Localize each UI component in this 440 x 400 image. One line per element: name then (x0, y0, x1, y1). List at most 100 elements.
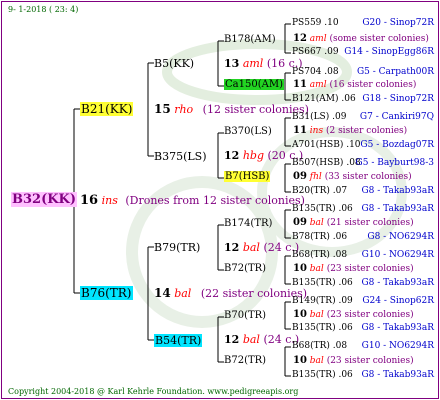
gen4-year: .06 (338, 370, 353, 380)
gen2-colony: B5(KK) (154, 57, 195, 70)
gen3-drones: 10 bal (23 sister colonies) (293, 355, 414, 366)
count: 12 (224, 241, 240, 254)
root-name: ins (101, 194, 118, 207)
gen4-sire: G5 - Bozdag07R (360, 140, 434, 150)
gen4-sire: G7 - Cankiri97Q (359, 112, 434, 122)
gen4-sire: G10 - NO6294R (361, 341, 434, 351)
gen4-sire: G8 - Takab93aR (361, 186, 434, 196)
gen4-row: PS704 .08 G5 - Carpath00R (292, 67, 434, 77)
gen4-id: B149(TR) (292, 296, 336, 306)
gen3-colony: Ca150(AM) (224, 79, 284, 90)
gen4-year: .08 (332, 250, 348, 260)
gen4-id: B20(TR) (292, 186, 330, 196)
subspecies: aml (242, 57, 264, 70)
gen4-id: B68(TR) (292, 341, 330, 351)
gen4-row: B68(TR) .08 G10 - NO6294R (292, 250, 434, 260)
gen4-sire: G8 - Takab93aR (361, 278, 434, 288)
gen3-drones: 11 ins (2 sister colonies) (293, 125, 407, 136)
gen3-drones: 09 bal (21 sister colonies) (293, 217, 414, 228)
subspecies: aml (309, 34, 327, 44)
gen4-year: .10 (346, 140, 361, 150)
count: 12 (293, 33, 307, 44)
gen4-id: B78(TR) (292, 232, 330, 242)
gen3-colony: B72(TR) (224, 355, 267, 366)
pedigree-frame: 9- 1-2018 ( 23: 4) Copyright 2004-2018 @… (1, 1, 439, 399)
subspecies: hbg (242, 149, 264, 162)
gen4-id: B135(TR) (292, 278, 336, 288)
note: (23 sister colonies) (326, 264, 414, 274)
subspecies: aml (309, 80, 327, 90)
date-line: 9- 1-2018 ( 23: 4) (8, 5, 79, 14)
gen3-colony: B7(HSB) (224, 171, 271, 182)
gen4-sire: G18 - Sinop72R (362, 94, 434, 104)
gen4-sire: G14 - SinopEgg86R (344, 47, 434, 57)
gen4-id: B507(HSB) (292, 158, 344, 168)
gen4-sire: G8 - Takab93aR (361, 370, 434, 380)
gen4-row: PS667 .09 G14 - SinopEgg86R (292, 47, 434, 57)
gen4-row: B135(TR) .06 G8 - Takab93aR (292, 204, 434, 214)
gen4-row: B68(TR) .08 G10 - NO6294R (292, 341, 434, 351)
gen4-id: B135(TR) (292, 323, 336, 333)
gen1-father-drones: 14 bal (22 sister colonies) (154, 286, 307, 300)
gen4-row: B20(TR) .07 G8 - Takab93aR (292, 186, 434, 196)
gen4-row: B507(HSB) .08 G5 - Bayburt98-3 (292, 158, 434, 168)
gen4-row: B121(AM) .06 G18 - Sinop72R (292, 94, 434, 104)
footer-copyright: Copyright 2004-2018 @ Karl Kehrle Founda… (8, 387, 299, 396)
gen4-id: PS559 (292, 18, 322, 28)
gen4-year: .06 (338, 323, 353, 333)
gen4-year: .06 (338, 278, 353, 288)
count: 09 (293, 171, 307, 182)
count: 12 (224, 333, 240, 346)
gen3-colony: B72(TR) (224, 263, 267, 274)
gen4-sire: G24 - Sinop62R (362, 296, 434, 306)
gen3-colony: B370(LS) (224, 126, 272, 137)
count: 12 (224, 149, 240, 162)
gen4-year: .09 (338, 296, 353, 306)
gen4-row: B135(TR) .06 G8 - Takab93aR (292, 278, 434, 288)
gen4-year: .10 (324, 18, 339, 28)
gen4-id: B135(TR) (292, 204, 336, 214)
subspecies: fhl (309, 172, 322, 182)
subspecies: bal (242, 333, 260, 346)
subspecies: bal (242, 241, 260, 254)
gen4-sire: G10 - NO6294R (361, 250, 434, 260)
subspecies: bal (309, 218, 324, 228)
subspecies: bal (309, 310, 324, 320)
note: (23 sister colonies) (326, 356, 414, 366)
gen4-sire: G5 - Bayburt98-3 (355, 158, 434, 168)
note: (23 sister colonies) (326, 310, 414, 320)
count: 11 (293, 125, 307, 136)
gen4-year: .07 (332, 186, 348, 196)
note: (21 sister colonies) (326, 218, 414, 228)
gen4-row: B78(TR) .06 G8 - NO6294R (292, 232, 434, 242)
gen3-drones: 10 bal (23 sister colonies) (293, 263, 414, 274)
subspecies: bal (174, 287, 192, 300)
gen3-colony: B178(AM) (224, 34, 276, 45)
gen4-year: .06 (341, 94, 356, 104)
gen4-row: B149(TR) .09 G24 - Sinop62R (292, 296, 434, 306)
subspecies: rho (174, 103, 194, 116)
gen4-id: B135(TR) (292, 370, 336, 380)
gen3-colony: B174(TR) (224, 218, 273, 229)
count: 09 (293, 217, 307, 228)
gen4-year: .09 (332, 112, 347, 122)
gen4-year: .08 (324, 67, 339, 77)
gen1-mother: B21(KK) (80, 102, 134, 116)
subspecies: bal (309, 356, 324, 366)
root-drone-line: 16 ins (Drones from 12 sister colonies) (80, 193, 305, 208)
note: (16 sister colonies) (329, 80, 417, 90)
gen3-drones: 10 bal (23 sister colonies) (293, 309, 414, 320)
root-note: (Drones from 12 sister colonies) (125, 194, 305, 207)
gen4-id: B31(LS) (292, 112, 330, 122)
note: (2 sister colonies) (325, 126, 408, 136)
gen4-year: .09 (324, 47, 339, 57)
note: (some sister colonies) (329, 34, 429, 44)
gen4-year: .06 (338, 204, 353, 214)
gen4-id: PS667 (292, 47, 322, 57)
gen4-year: .08 (332, 341, 348, 351)
gen4-row: B135(TR) .06 G8 - Takab93aR (292, 323, 434, 333)
gen4-row: PS559 .10 G20 - Sinop72R (292, 18, 434, 28)
gen3-drones: 11 aml (16 sister colonies) (293, 79, 416, 90)
gen3-drones: 09 fhl (33 sister colonies) (293, 171, 412, 182)
gen4-id: PS704 (292, 67, 322, 77)
